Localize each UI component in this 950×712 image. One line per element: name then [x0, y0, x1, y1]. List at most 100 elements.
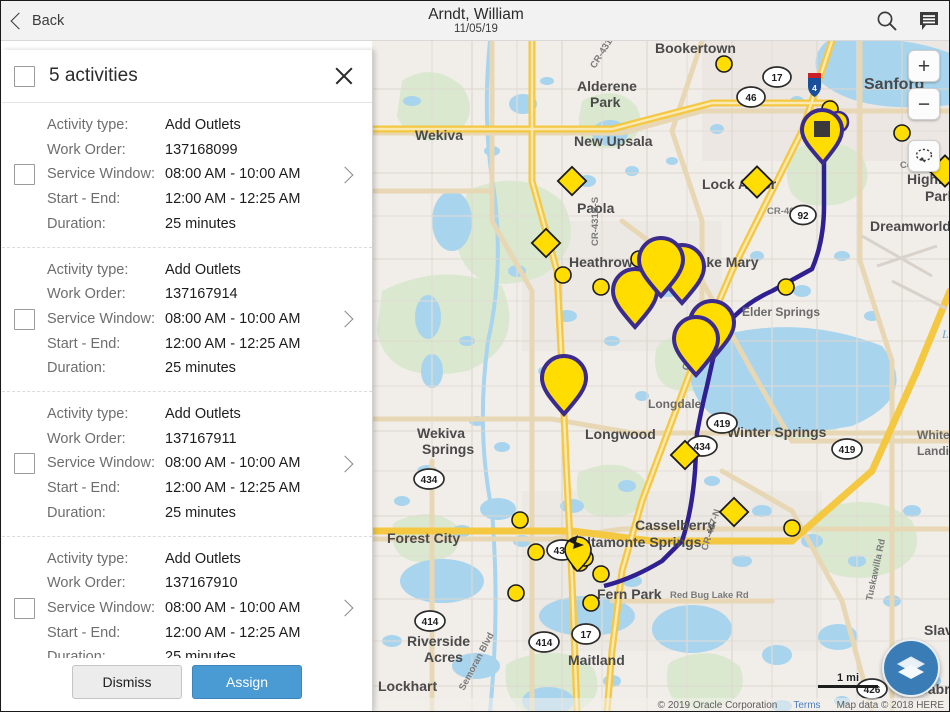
activity-checkbox[interactable] [14, 453, 35, 474]
layers-icon[interactable] [882, 639, 940, 697]
activity-type-row: Activity type: Add Outlets [47, 402, 333, 427]
svg-text:Riverside: Riverside [407, 633, 470, 649]
chat-bubble-icon[interactable] [915, 7, 943, 35]
work-order-label: Work Order: [47, 427, 165, 452]
activity-checkbox[interactable] [14, 309, 35, 330]
attribution-terms-link[interactable]: Terms [793, 700, 820, 711]
activity-checkbox[interactable] [14, 164, 35, 185]
select-all-checkbox[interactable] [14, 66, 35, 87]
attribution-copyright: © 2019 Oracle Corporation [658, 700, 778, 711]
work-order-row: Work Order: 137167914 [47, 282, 333, 307]
assign-button[interactable]: Assign [192, 665, 302, 699]
search-icon[interactable] [873, 7, 901, 35]
header-title-block: Arndt, William 11/05/19 [1, 1, 950, 41]
duration-label: Duration: [47, 501, 165, 526]
svg-text:Acres: Acres [424, 649, 463, 665]
activity-list-item[interactable]: Activity type: Add Outlets Work Order: 1… [2, 392, 372, 537]
duration-row: Duration: 25 minutes [47, 356, 333, 381]
svg-text:Altamonte Springs: Altamonte Springs [577, 534, 702, 550]
start-end-row: Start - End: 12:00 AM - 12:25 AM [47, 476, 333, 501]
start-end-value: 12:00 AM - 12:25 AM [165, 621, 300, 646]
map-canvas[interactable]: Bookertown Sanford Alderene Park Wekiva … [372, 41, 950, 712]
activities-count-title: 5 activities [49, 65, 332, 87]
duration-label: Duration: [47, 212, 165, 237]
svg-text:Casselberry: Casselberry [635, 517, 715, 533]
header-actions [873, 1, 943, 41]
start-end-label: Start - End: [47, 476, 165, 501]
work-order-value: 137167910 [165, 571, 238, 596]
svg-text:Wekiva: Wekiva [415, 127, 463, 143]
svg-text:Winter Springs: Winter Springs [727, 424, 827, 440]
service-window-row: Service Window: 08:00 AM - 10:00 AM [47, 307, 333, 332]
svg-text:414: 414 [536, 638, 553, 649]
start-end-value: 12:00 AM - 12:25 AM [165, 476, 300, 501]
activity-type-label: Activity type: [47, 258, 165, 283]
work-order-row: Work Order: 137167911 [47, 427, 333, 452]
activity-list-item[interactable]: Activity type: Add Outlets Work Order: 1… [2, 103, 372, 248]
dismiss-button[interactable]: Dismiss [72, 665, 182, 699]
chevron-right-icon[interactable] [337, 600, 354, 617]
route-lasso-icon[interactable] [908, 140, 940, 172]
activities-list[interactable]: Activity type: Add Outlets Work Order: 1… [2, 103, 372, 658]
back-button[interactable]: Back [1, 1, 74, 40]
start-end-row: Start - End: 12:00 AM - 12:25 AM [47, 332, 333, 357]
work-order-row: Work Order: 137168099 [47, 138, 333, 163]
activity-details: Activity type: Add Outlets Work Order: 1… [47, 258, 333, 382]
svg-text:Bookertown: Bookertown [655, 41, 736, 56]
zoom-out-button[interactable]: − [908, 88, 940, 120]
activity-details: Activity type: Add Outlets Work Order: 1… [47, 547, 333, 658]
activity-type-row: Activity type: Add Outlets [47, 547, 333, 572]
service-window-row: Service Window: 08:00 AM - 10:00 AM [47, 451, 333, 476]
close-icon[interactable] [332, 64, 356, 88]
service-window-row: Service Window: 08:00 AM - 10:00 AM [47, 162, 333, 187]
app-header: Back Arndt, William 11/05/19 [1, 1, 950, 41]
work-order-value: 137167911 [165, 427, 237, 452]
activity-type-label: Activity type: [47, 113, 165, 138]
svg-text:Red Bug Lake Rd: Red Bug Lake Rd [670, 590, 749, 601]
back-label: Back [32, 13, 64, 29]
start-end-label: Start - End: [47, 621, 165, 646]
chevron-right-icon[interactable] [337, 166, 354, 183]
start-end-value: 12:00 AM - 12:25 AM [165, 332, 300, 357]
work-order-label: Work Order: [47, 571, 165, 596]
svg-text:Landing: Landing [917, 444, 950, 458]
start-end-row: Start - End: 12:00 AM - 12:25 AM [47, 187, 333, 212]
chevron-right-icon[interactable] [337, 311, 354, 328]
duration-label: Duration: [47, 356, 165, 381]
svg-text:419: 419 [839, 445, 856, 456]
svg-text:Park: Park [590, 94, 621, 110]
svg-text:Longdale: Longdale [648, 397, 702, 411]
duration-value: 25 minutes [165, 501, 236, 526]
svg-text:4: 4 [812, 83, 817, 93]
svg-text:Maitland: Maitland [568, 652, 625, 668]
activity-type-row: Activity type: Add Outlets [47, 113, 333, 138]
start-end-value: 12:00 AM - 12:25 AM [165, 187, 300, 212]
chevron-left-icon [11, 12, 28, 29]
duration-row: Duration: 25 minutes [47, 645, 333, 658]
map-render: Bookertown Sanford Alderene Park Wekiva … [372, 41, 950, 712]
svg-text:Forest City: Forest City [387, 530, 460, 546]
svg-text:Elder Springs: Elder Springs [742, 305, 820, 319]
app-root: Back Arndt, William 11/05/19 [0, 0, 950, 712]
map-scale-bar: 1 mi [818, 672, 878, 688]
activity-checkbox[interactable] [14, 598, 35, 619]
svg-text:Alderene: Alderene [577, 78, 637, 94]
chevron-right-icon[interactable] [337, 455, 354, 472]
activity-details: Activity type: Add Outlets Work Order: 1… [47, 402, 333, 526]
activity-list-item[interactable]: Activity type: Add Outlets Work Order: 1… [2, 537, 372, 658]
activity-type-label: Activity type: [47, 402, 165, 427]
activity-type-label: Activity type: [47, 547, 165, 572]
duration-value: 25 minutes [165, 645, 236, 658]
activity-type-value: Add Outlets [165, 547, 241, 572]
scale-label: 1 mi [818, 672, 878, 684]
activity-list-item[interactable]: Activity type: Add Outlets Work Order: 1… [2, 248, 372, 393]
activities-panel: 5 activities Activity type: Add Outlets … [2, 50, 373, 711]
svg-text:434: 434 [421, 475, 438, 486]
service-window-value: 08:00 AM - 10:00 AM [165, 596, 300, 621]
svg-text:Heathrow: Heathrow [569, 254, 633, 270]
svg-text:Dreamworld: Dreamworld [870, 218, 950, 234]
svg-text:Park: Park [925, 188, 950, 204]
work-order-value: 137168099 [165, 138, 238, 163]
svg-text:Lockhart: Lockhart [378, 678, 437, 694]
zoom-in-button[interactable]: + [908, 50, 940, 82]
